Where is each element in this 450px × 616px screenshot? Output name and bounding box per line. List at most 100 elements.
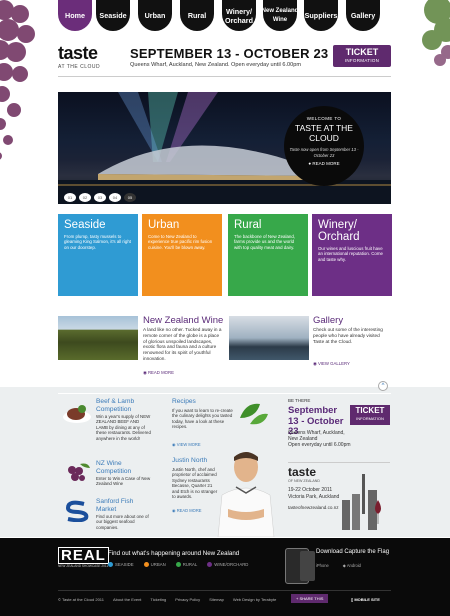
scroll-up-icon[interactable]: ^ xyxy=(378,381,388,391)
nav-nz-wine[interactable]: New Zealand Wine xyxy=(262,0,298,31)
gallery-view-more-label: VIEW GALLERY xyxy=(317,361,350,366)
slide-dot[interactable]: 03 xyxy=(94,193,106,202)
footer-link-rural[interactable]: RURAL xyxy=(175,562,198,568)
basil-leaves-icon xyxy=(240,403,268,425)
footer-link-privacy[interactable]: Privacy Policy xyxy=(175,597,200,602)
footer-category-links: SEASIDE URBAN RURAL WINE/ORCHARD xyxy=(108,562,248,568)
be-there-open: Open everyday until 6.00pm xyxy=(288,442,351,448)
footer-nav: © Taste at the Cloud 2011 About the Even… xyxy=(58,597,276,602)
slide-dot[interactable]: 01 xyxy=(64,193,76,202)
taste-nz-dates: 19-22 October 2011 xyxy=(288,487,333,493)
taste-nz-venue: Victoria Park, Auckland xyxy=(288,494,340,500)
footer-link-ticketing[interactable]: Ticketing xyxy=(150,597,166,602)
welcome-read-more[interactable]: ● READ MORE xyxy=(284,161,364,166)
site-logo[interactable]: taste AT THE CLOUD xyxy=(58,44,118,74)
main-nav: Home Seaside Urban Rural Winery/ Orchard… xyxy=(58,0,388,34)
iphone-link[interactable]: iPhone xyxy=(316,563,329,568)
be-there-divider xyxy=(288,462,390,463)
event-dates: SEPTEMBER 13 - OCTOBER 23 xyxy=(130,46,329,61)
wine-text: A land like no other. Tucked away in a r… xyxy=(143,327,222,361)
nav-gallery[interactable]: Gallery xyxy=(346,0,380,31)
grape-leaf-decoration xyxy=(422,0,450,66)
slide-dot-current[interactable]: 05 xyxy=(124,193,136,202)
wine-read-more-label: READ MORE xyxy=(147,370,174,375)
justin-title[interactable]: Justin North xyxy=(172,457,207,465)
taste-nz-logo-sub: OF NEW ZEALAND xyxy=(288,479,320,483)
footer-link-urban[interactable]: URBAN xyxy=(143,562,166,568)
logo-subtext: AT THE CLOUD xyxy=(58,64,101,70)
justin-read-more-label: READ MORE xyxy=(176,508,202,513)
ticket-label: TICKET xyxy=(345,47,379,57)
wine-comp-text: Enter to Win a Case of New Zealand Wine xyxy=(96,476,151,487)
footer-link-sitemap[interactable]: Sitemap xyxy=(209,597,224,602)
footer-link-label: SEASIDE xyxy=(115,562,134,567)
real-logo[interactable]: REAL xyxy=(58,547,109,564)
nav-seaside[interactable]: Seaside xyxy=(96,0,130,31)
vineyard-image[interactable] xyxy=(58,316,138,360)
tile-seaside[interactable]: Seaside From plump, tasty mussels to gle… xyxy=(58,214,138,296)
wine-comp-title[interactable]: NZ Wine Competition xyxy=(96,460,150,475)
copyright: © Taste at the Cloud 2011 xyxy=(58,597,104,602)
sanford-title[interactable]: Sanford Fish Market xyxy=(96,498,150,513)
tile-text: Come to New Zealand to experience true p… xyxy=(148,234,213,250)
tile-text: The backbone of New Zealand, farms provi… xyxy=(234,234,296,250)
share-button[interactable]: + SHARE THIS xyxy=(291,594,329,603)
gallery-text: Check out some of the interesting people… xyxy=(313,327,383,344)
nav-home[interactable]: Home xyxy=(58,0,92,31)
slide-pager: 01 02 03 04 05 xyxy=(64,193,136,203)
logo-text: taste xyxy=(58,43,98,63)
grape-cluster-decoration xyxy=(0,0,35,160)
gallery-view-more[interactable]: ◉ VIEW GALLERY xyxy=(313,361,350,367)
wine-read-more[interactable]: ◉ READ MORE xyxy=(143,370,174,376)
footer-link-seaside[interactable]: SEASIDE xyxy=(108,562,134,568)
ticket-info-button[interactable]: TICKET INFORMATION xyxy=(333,45,391,67)
recipes-text: If you want to learn to re-create the cu… xyxy=(172,408,233,430)
phone-image-back xyxy=(300,551,315,581)
nav-rural[interactable]: Rural xyxy=(180,0,214,31)
footer-link-wine-orchard[interactable]: WINE/ORCHARD xyxy=(207,562,248,568)
mobile-site-link[interactable]: ▯ MOBILE SITE xyxy=(351,597,380,602)
android-link[interactable]: ◆ Android xyxy=(343,563,361,568)
welcome-badge: WELCOME TO TASTE AT THE CLOUD Taste now … xyxy=(284,106,364,186)
footer-link-label: RURAL xyxy=(182,562,198,567)
tile-text: From plump, tasty mussels to gleaming Ki… xyxy=(64,234,131,250)
tile-title: Urban xyxy=(148,219,180,231)
header-divider xyxy=(58,76,391,77)
tile-rural[interactable]: Rural The backbone of New Zealand, farms… xyxy=(228,214,308,296)
taste-nz-logo[interactable]: taste xyxy=(288,466,316,478)
footer-link-web-design[interactable]: Web Design by Terabyte xyxy=(233,597,276,602)
footer-find-text: Find out what's happening around New Zea… xyxy=(108,550,240,557)
rural-dot-icon xyxy=(175,562,181,568)
wine-title[interactable]: New Zealand Wine xyxy=(143,315,223,326)
slide-dot[interactable]: 02 xyxy=(79,193,91,202)
tile-text: Our wines and luscious fruit have an int… xyxy=(318,246,383,262)
welcome-title: TASTE AT THE CLOUD xyxy=(295,123,353,143)
lamb-text: Win a year's supply of NEW ZEALAND BEEF … xyxy=(96,414,151,441)
welcome-read-more-label: READ MORE xyxy=(312,161,340,166)
slide-dot[interactable]: 04 xyxy=(109,193,121,202)
lamb-title[interactable]: Beef & Lamb Competition xyxy=(96,398,148,413)
gallery-image[interactable] xyxy=(229,316,309,360)
tile-urban[interactable]: Urban Come to New Zealand to experience … xyxy=(142,214,222,296)
be-there-ticket-button[interactable]: TICKET INFORMATION xyxy=(350,405,390,425)
be-there-label: BE THERE xyxy=(288,398,311,403)
recipes-title[interactable]: Recipes xyxy=(172,398,196,406)
welcome-small: WELCOME TO xyxy=(306,116,342,121)
nav-suppliers[interactable]: Suppliers xyxy=(304,0,338,31)
nav-winery-orchard[interactable]: Winery/ Orchard xyxy=(222,0,256,31)
tile-title: Seaside xyxy=(64,219,106,231)
app-links: iPhone ◆ Android xyxy=(316,563,361,568)
be-there-ticket-sublabel: INFORMATION xyxy=(356,416,384,421)
nav-urban[interactable]: Urban xyxy=(138,0,172,31)
recipes-view-more-label: VIEW MORE xyxy=(176,442,201,447)
android-label: Android xyxy=(346,563,361,568)
city-wine-illustration xyxy=(342,474,381,530)
justin-read-more[interactable]: ◉ READ MORE xyxy=(172,508,202,513)
taste-nz-url[interactable]: tasteofnewzealand.co.nz xyxy=(288,505,339,510)
footer-link-about[interactable]: About the Event xyxy=(113,597,141,602)
recipes-view-more[interactable]: ◉ VIEW MORE xyxy=(172,442,201,447)
urban-dot-icon xyxy=(143,562,149,568)
tile-winery-orchard[interactable]: Winery/ Orchard Our wines and luscious f… xyxy=(312,214,392,296)
gallery-title[interactable]: Gallery xyxy=(313,315,343,326)
event-location: Queens Wharf, Auckland, New Zealand. Ope… xyxy=(130,62,302,68)
